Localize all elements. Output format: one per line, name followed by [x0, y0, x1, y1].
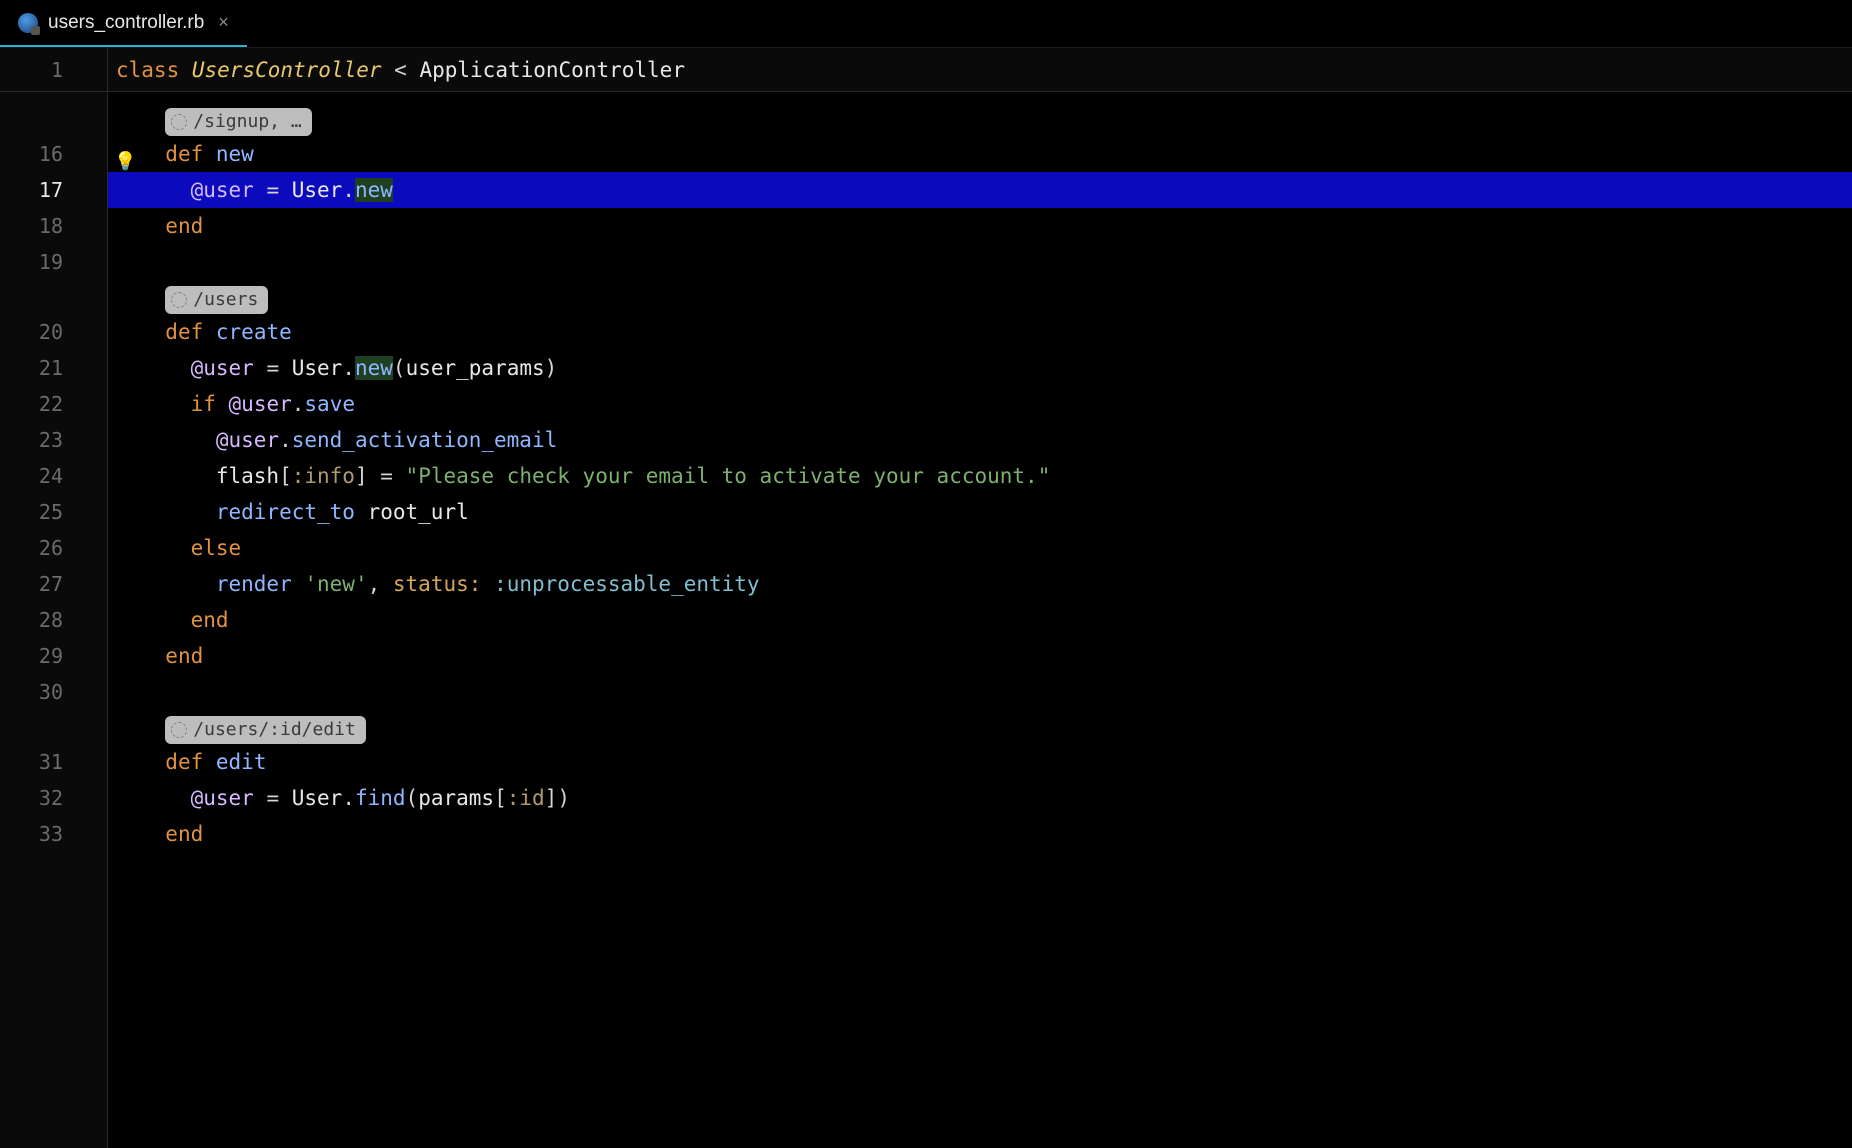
code-line[interactable]: [108, 244, 1852, 280]
code-line[interactable]: 💡 def new: [108, 136, 1852, 172]
globe-icon: [171, 114, 187, 130]
code-line[interactable]: end: [108, 602, 1852, 638]
gutter: 1 16 17 18 19 20 21 22 23 24 25 26 27 28…: [0, 48, 108, 1148]
code-line[interactable]: @user.send_activation_email: [108, 422, 1852, 458]
line-number[interactable]: 20: [0, 314, 107, 350]
route-inlay-row: /users: [108, 280, 1852, 314]
tab-filename: users_controller.rb: [48, 12, 204, 34]
tab-active[interactable]: users_controller.rb ×: [0, 0, 247, 47]
line-number[interactable]: [0, 280, 107, 314]
line-number-current[interactable]: 17: [0, 172, 107, 208]
route-inlay-hint[interactable]: /signup, …: [165, 108, 311, 136]
line-number[interactable]: 26: [0, 530, 107, 566]
line-number[interactable]: 31: [0, 744, 107, 780]
line-number[interactable]: 28: [0, 602, 107, 638]
code-line[interactable]: end: [108, 638, 1852, 674]
route-inlay-hint[interactable]: /users/:id/edit: [165, 716, 366, 744]
tab-bar: users_controller.rb ×: [0, 0, 1852, 48]
code-line[interactable]: @user = User.find(params[:id]): [108, 780, 1852, 816]
code-line[interactable]: redirect_to root_url: [108, 494, 1852, 530]
route-inlay-row: /users/:id/edit: [108, 710, 1852, 744]
line-number[interactable]: 33: [0, 816, 107, 852]
code-line[interactable]: render 'new', status: :unprocessable_ent…: [108, 566, 1852, 602]
code-area[interactable]: class UsersController < ApplicationContr…: [108, 48, 1852, 1148]
line-number[interactable]: 27: [0, 566, 107, 602]
code-line[interactable]: end: [108, 816, 1852, 852]
line-number[interactable]: 32: [0, 780, 107, 816]
line-number[interactable]: 1: [0, 48, 107, 92]
line-number[interactable]: 19: [0, 244, 107, 280]
line-number[interactable]: 24: [0, 458, 107, 494]
code-line[interactable]: flash[:info] = "Please check your email …: [108, 458, 1852, 494]
route-inlay-row: /signup, …: [108, 102, 1852, 136]
line-number[interactable]: 30: [0, 674, 107, 710]
line-number[interactable]: 29: [0, 638, 107, 674]
line-number[interactable]: 16: [0, 136, 107, 172]
code-line[interactable]: def create: [108, 314, 1852, 350]
close-icon[interactable]: ×: [218, 12, 229, 33]
code-line[interactable]: @user = User.new(user_params): [108, 350, 1852, 386]
line-number[interactable]: 23: [0, 422, 107, 458]
route-inlay-hint[interactable]: /users: [165, 286, 268, 314]
code-line[interactable]: end: [108, 208, 1852, 244]
ruby-file-icon: [18, 13, 38, 33]
line-number[interactable]: [0, 102, 107, 136]
line-number[interactable]: 25: [0, 494, 107, 530]
code-line[interactable]: [108, 674, 1852, 710]
line-number[interactable]: 18: [0, 208, 107, 244]
line-number[interactable]: [0, 710, 107, 744]
line-number[interactable]: 22: [0, 386, 107, 422]
code-line[interactable]: else: [108, 530, 1852, 566]
globe-icon: [171, 722, 187, 738]
sticky-scroll-line[interactable]: class UsersController < ApplicationContr…: [108, 48, 1852, 92]
line-number[interactable]: 21: [0, 350, 107, 386]
globe-icon: [171, 292, 187, 308]
code-editor[interactable]: 1 16 17 18 19 20 21 22 23 24 25 26 27 28…: [0, 48, 1852, 1148]
code-line[interactable]: def edit: [108, 744, 1852, 780]
code-line[interactable]: if @user.save: [108, 386, 1852, 422]
code-line-current[interactable]: @user = User.new: [108, 172, 1852, 208]
